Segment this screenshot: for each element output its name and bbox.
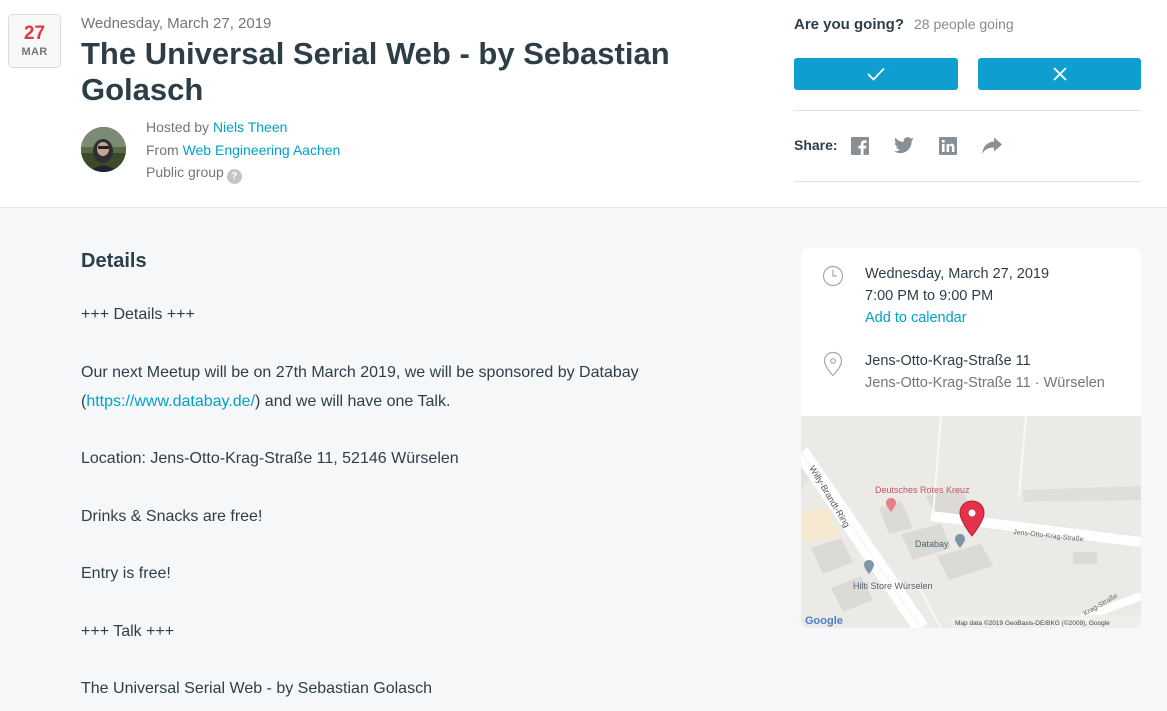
details-section-line: +++ Details +++ xyxy=(81,306,195,323)
databay-link[interactable]: https://www.databay.de/ xyxy=(86,393,255,410)
forward-share-icon[interactable] xyxy=(981,136,1003,156)
facebook-icon[interactable] xyxy=(849,136,871,156)
venue-name: Jens-Otto-Krag-Straße 11 xyxy=(865,353,1031,369)
share-divider xyxy=(794,181,1141,182)
google-logo: Google xyxy=(805,615,843,627)
info-time: 7:00 PM to 9:00 PM xyxy=(865,288,994,304)
sponsor-text-after: ) and we will have one Talk. xyxy=(255,392,451,410)
host-name-link[interactable]: Niels Theen xyxy=(213,119,287,135)
twitter-icon[interactable] xyxy=(893,136,915,156)
help-icon[interactable]: ? xyxy=(226,169,242,184)
date-badge-day: 27 xyxy=(23,23,46,44)
hosted-by-line: Hosted by Niels Theen xyxy=(146,116,340,139)
location-pin-icon xyxy=(823,351,843,377)
check-icon xyxy=(867,67,885,81)
details-talk-section-line: +++ Talk +++ xyxy=(81,622,175,640)
close-icon xyxy=(1052,67,1067,81)
details-sponsor-paragraph: Our next Meetup will be on 27th March 20… xyxy=(81,358,701,416)
info-date: Wednesday, March 27, 2019 xyxy=(865,266,1050,282)
rsvp-no-button[interactable] xyxy=(978,58,1141,90)
rsvp-header: Are you going? 28 people going xyxy=(794,16,1014,34)
details-talk-title-line: The Universal Serial Web - by Sebastian … xyxy=(81,680,432,697)
host-avatar[interactable] xyxy=(81,127,126,172)
details-drinks-line: Drinks & Snacks are free! xyxy=(81,507,263,525)
event-info-card: Wednesday, March 27, 2019 7:00 PM to 9:0… xyxy=(801,248,1141,628)
event-date: Wednesday, March 27, 2019 xyxy=(81,15,272,32)
share-label: Share: xyxy=(794,137,838,153)
group-line: From Web Engineering Aachen xyxy=(146,139,340,162)
hosted-by-prefix: Hosted by xyxy=(146,119,210,135)
linkedin-icon[interactable] xyxy=(937,136,959,156)
event-header: 27 MAR Wednesday, March 27, 2019 The Uni… xyxy=(0,0,1167,208)
map-attribution: Map data ©2019 GeoBasis-DE/BKG (©2009), … xyxy=(955,619,1110,627)
group-name-link[interactable]: Web Engineering Aachen xyxy=(183,142,341,158)
clock-icon xyxy=(822,265,844,287)
details-heading: Details xyxy=(81,250,147,272)
attendance-count[interactable]: 28 people going xyxy=(914,16,1014,32)
event-title: The Universal Serial Web - by Sebastian … xyxy=(81,36,670,107)
host-info: Hosted by Niels Theen From Web Engineeri… xyxy=(146,116,340,184)
details-location-line: Location: Jens-Otto-Krag-Straße 11, 5214… xyxy=(81,450,459,467)
date-badge: 27 MAR xyxy=(8,14,61,68)
rsvp-yes-button[interactable] xyxy=(794,58,958,90)
map-label-hilti: Hilti Store Würselen xyxy=(853,581,933,591)
group-type-line: Public group? xyxy=(146,161,340,184)
map-label-red-cross: Deutsches Rotes Kreuz xyxy=(875,485,970,495)
details-body: +++ Details +++ Our next Meetup will be … xyxy=(81,300,701,711)
location-map[interactable]: Willy-Brandt-Ring Deutsches Rotes Kreuz … xyxy=(801,416,1141,628)
details-entry-line: Entry is free! xyxy=(81,565,171,582)
location-info: Jens-Otto-Krag-Straße 11 Jens-Otto-Krag-… xyxy=(865,350,1105,394)
date-time-info: Wednesday, March 27, 2019 7:00 PM to 9:0… xyxy=(865,263,1049,329)
venue-address: Jens-Otto-Krag-Straße 11 · Würselen xyxy=(865,375,1105,391)
rsvp-question: Are you going? xyxy=(794,16,904,33)
add-to-calendar-link[interactable]: Add to calendar xyxy=(865,310,967,326)
group-type: Public group xyxy=(146,164,224,180)
from-prefix: From xyxy=(146,141,179,158)
date-badge-month: MAR xyxy=(21,46,48,58)
map-label-databay: Databay xyxy=(915,539,949,549)
rsvp-divider xyxy=(794,110,1141,111)
